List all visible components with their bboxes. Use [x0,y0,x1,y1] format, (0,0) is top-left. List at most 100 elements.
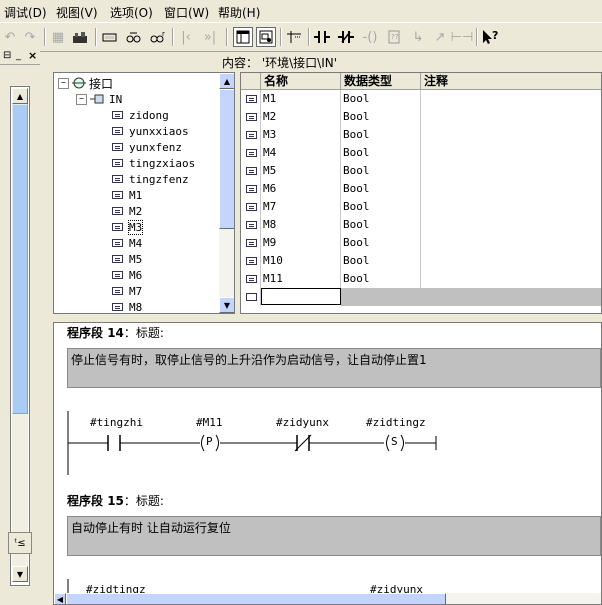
last-icon[interactable]: »| [200,27,220,47]
cell-name[interactable]: M2 [261,108,341,126]
overview-icon[interactable] [100,27,120,47]
download-icon[interactable] [70,27,90,47]
coil-icon[interactable]: -() [360,27,380,47]
contact-nc-icon[interactable] [336,27,356,47]
menu-window[interactable]: 窗口(W) [164,4,209,21]
cell-name[interactable]: M6 [261,180,341,198]
segment-15-comment[interactable]: 自动停止有时 让自动运行复位 [67,516,601,556]
table-row[interactable]: M1 Bool [241,90,601,108]
cell-comment[interactable] [421,90,601,108]
cell-type[interactable]: Bool [341,198,421,216]
cell-name[interactable]: M8 [261,216,341,234]
cell-name[interactable]: M4 [261,144,341,162]
branch-icon[interactable] [284,27,304,47]
tree-item[interactable]: tingzxiaos [112,155,195,171]
left-scroll-thumb[interactable] [12,104,28,414]
tree-item[interactable]: tingzfenz [112,171,189,187]
tree-item[interactable]: yunxxiaos [112,123,189,139]
new-row-name-input[interactable] [261,288,341,305]
cell-type[interactable]: Bool [341,126,421,144]
cell-type[interactable]: Bool [341,108,421,126]
tree-item[interactable]: yunxfenz [112,139,182,155]
tab-icon[interactable]: ᵗ≤ [8,532,32,554]
collapse-icon[interactable]: − [76,93,87,105]
left-scrollbar[interactable]: ▲ ▼ [12,88,28,582]
segment-14-title[interactable]: 程序段 14：标题: [67,324,164,341]
cell-comment[interactable] [421,216,601,234]
cell-type[interactable]: Bool [341,144,421,162]
menu-help[interactable]: 帮助(H) [218,4,260,21]
cell-comment[interactable] [421,108,601,126]
undo-icon[interactable]: ↶ [0,27,20,47]
rung-14-label-tingzhi[interactable]: #tingzhi [90,416,143,429]
rung-14-label-zidyunx[interactable]: #zidyunx [276,416,329,429]
column-header-comment[interactable]: 注释 [421,73,601,90]
cell-type[interactable]: Bool [341,180,421,198]
cell-name[interactable]: M1 [261,90,341,108]
table-row[interactable]: M10 Bool [241,252,601,270]
menu-view[interactable]: 视图(V) [56,4,98,21]
first-icon[interactable]: |‹ [176,27,196,47]
min-icon[interactable]: _ [16,50,21,61]
help-icon[interactable]: ? [480,27,500,47]
table-row[interactable]: M2 Bool [241,108,601,126]
tree-item[interactable]: M7 [112,283,142,299]
cell-comment[interactable] [421,270,601,288]
cell-comment[interactable] [421,162,601,180]
table-new-row[interactable] [241,288,601,306]
tree-item[interactable]: M5 [112,251,142,267]
menu-options[interactable]: 选项(O) [110,4,153,21]
cell-name[interactable]: M11 [261,270,341,288]
table-row[interactable]: M11 Bool [241,270,601,288]
cell-type[interactable]: Bool [341,270,421,288]
box-icon[interactable]: ?? [384,27,404,47]
tree-item[interactable]: M1 [112,187,142,203]
cell-type[interactable]: Bool [341,162,421,180]
cell-name[interactable]: M7 [261,198,341,216]
cell-name[interactable]: M9 [261,234,341,252]
cell-name[interactable]: M5 [261,162,341,180]
tree-item[interactable]: M4 [112,235,142,251]
cell-name[interactable]: M3 [261,126,341,144]
rung-14-label-zidtingz[interactable]: #zidtingz [366,416,426,429]
compile-icon[interactable]: ▦ [48,27,68,47]
segment-14-comment[interactable]: 停止信号有时，取停止信号的上升沿作为启动信号，让自动停止置1 [67,348,601,388]
tree-scrollbar[interactable]: ▲ ▼ [219,73,234,313]
cell-comment[interactable] [421,252,601,270]
table-row[interactable]: M5 Bool [241,162,601,180]
table-row[interactable]: M8 Bool [241,216,601,234]
scroll-left-icon[interactable]: ◀ [54,593,66,604]
tree-item[interactable]: M8 [112,299,142,313]
monitor-icon[interactable] [124,27,144,47]
close-icon[interactable]: × [28,49,37,62]
tree-item[interactable]: zidong [112,107,169,123]
table-row[interactable]: M4 Bool [241,144,601,162]
branch-close-icon[interactable]: ↗ [430,27,450,47]
contact-no-icon[interactable] [312,27,332,47]
redo-icon[interactable]: ↷ [20,27,40,47]
table-row[interactable]: M6 Bool [241,180,601,198]
tree-item[interactable]: M3 [112,219,144,235]
cell-type[interactable]: Bool [341,234,421,252]
module-icon[interactable]: r [148,27,168,47]
editor-hscrollbar[interactable]: ◀ [54,593,601,604]
table-row[interactable]: M7 Bool [241,198,601,216]
tree-item[interactable]: M2 [112,203,142,219]
tree-root[interactable]: − 接口 [58,75,113,91]
tree-item[interactable]: M6 [112,267,142,283]
cell-comment[interactable] [421,180,601,198]
tree-node-in[interactable]: − IN [76,91,122,107]
menu-debug[interactable]: 调试(D) [4,4,47,21]
cell-type[interactable]: Bool [341,252,421,270]
column-header-name[interactable]: 名称 [261,73,341,90]
network-icon[interactable] [256,27,276,47]
scroll-up-icon[interactable]: ▲ [12,88,28,104]
cell-comment[interactable] [421,144,601,162]
cell-comment[interactable] [421,126,601,144]
scroll-down-icon[interactable]: ▼ [219,297,234,313]
cell-comment[interactable] [421,198,601,216]
cell-type[interactable]: Bool [341,216,421,234]
scroll-down-icon[interactable]: ▼ [12,566,28,582]
table-row[interactable]: M3 Bool [241,126,601,144]
cell-name[interactable]: M10 [261,252,341,270]
